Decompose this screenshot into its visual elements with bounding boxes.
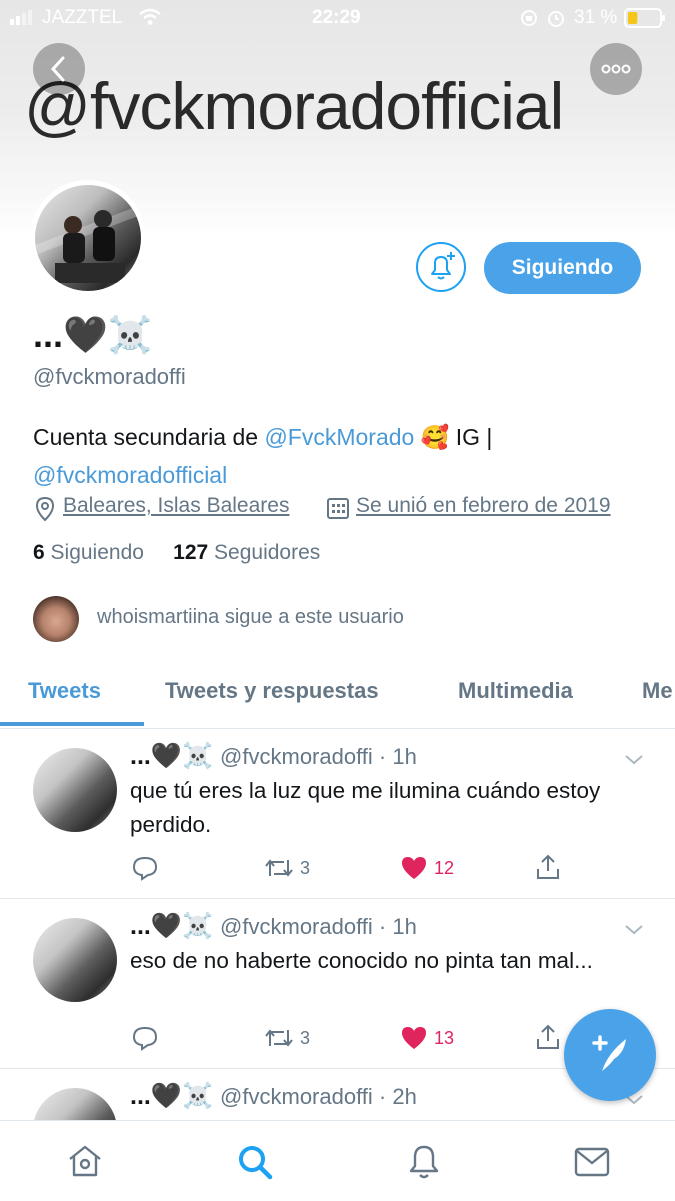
share-button[interactable] [535,853,561,881]
tweet-author: ...🖤☠️ @fvckmoradoffi · 1h [130,912,417,940]
notifications-toggle-button[interactable] [416,242,466,292]
reply-icon [132,856,158,881]
home-icon[interactable] [66,1143,104,1179]
tweet-author: ...🖤☠️ @fvckmoradoffi · 2h [130,1082,417,1110]
retweet-button[interactable]: 3 [264,856,310,880]
tweet-author: ...🖤☠️ @fvckmoradoffi · 1h [130,742,417,770]
messages-icon[interactable] [574,1147,610,1177]
tweet-handle: @fvckmoradoffi · 1h [220,744,417,769]
profile-location[interactable]: Baleares, Islas Baleares [63,494,289,518]
heart-icon [402,1027,426,1049]
retweet-button[interactable]: 3 [264,1026,310,1050]
bottom-navigation [0,1120,675,1201]
retweet-icon [265,859,293,877]
heart-icon [402,857,426,879]
followers-link[interactable]: 127 Seguidores [173,541,320,564]
wifi-icon [139,8,161,25]
profile-handle: @fvckmoradoffi [33,364,186,389]
compose-icon [592,1035,626,1071]
profile-avatar[interactable] [30,180,146,296]
tab-tweets-and-replies[interactable]: Tweets y respuestas [165,678,379,704]
calendar-icon [327,498,349,519]
follow-counts: 6 Siguiendo 127 Seguidores [33,541,320,565]
like-button[interactable]: 12 [400,855,454,881]
like-count: 13 [434,1027,455,1048]
active-tab-indicator [0,722,144,726]
bio-suffix: IG | [449,424,493,450]
tweet-handle: @fvckmoradoffi · 1h [220,914,417,939]
more-button[interactable] [590,43,642,95]
reply-button[interactable] [132,1025,158,1051]
search-icon[interactable] [236,1143,274,1181]
battery-percent: 31 % [574,7,618,28]
following-link[interactable]: 6 Siguiendo [33,541,144,564]
tab-tweets[interactable]: Tweets [28,678,101,704]
tweet-text: eso de no haberte conocido no pinta tan … [130,948,593,973]
display-name: ...🖤☠️ [33,314,153,355]
like-count: 12 [434,857,455,878]
retweet-count: 3 [300,1027,311,1048]
avatar-photo [35,205,141,283]
bio-mention-link[interactable]: @FvckMorado [264,424,414,450]
retweet-count: 3 [300,857,311,878]
retweet-icon [265,1029,293,1047]
reply-icon [132,1026,158,1051]
location-icon [35,496,55,522]
status-bar: JAZZTEL 22:29 31 % [0,0,675,36]
reply-button[interactable] [132,855,158,881]
back-button[interactable] [33,43,85,95]
bio-emoji: 🥰 [420,424,450,450]
profile-bio: Cuenta secundaria de @FvckMorado 🥰 IG | … [33,418,633,494]
compose-tweet-button[interactable] [564,1009,656,1101]
tweet-handle: @fvckmoradoffi · 2h [220,1084,417,1109]
chevron-down-icon[interactable] [622,748,646,772]
profile-joined-date: Se unió en febrero de 2019 [356,494,611,517]
bio-link[interactable]: @fvckmoradofficial [33,462,227,488]
following-button[interactable]: Siguiendo [484,242,641,294]
notifications-icon[interactable] [406,1141,442,1181]
more-icon [601,64,631,74]
alarm-icon [548,11,564,27]
tweet-text: que tú eres la luz que me ilumina cuándo… [130,778,601,837]
battery-icon [624,8,665,28]
bio-text: Cuenta secundaria de [33,424,265,450]
chevron-down-icon[interactable] [622,918,646,942]
banner-text: @fvckmoradofficial [24,69,564,143]
followed-by-text[interactable]: whoismartiina sigue a este usuario [97,606,404,629]
share-button[interactable] [535,1023,561,1051]
tweet-item[interactable]: ...🖤☠️ @fvckmoradoffi · 1h que tú eres l… [0,728,675,899]
tweet-avatar[interactable] [33,1088,117,1120]
tweet-avatar[interactable] [33,748,117,832]
tab-likes[interactable]: Me [642,678,673,704]
clock: 22:29 [312,7,361,28]
back-icon [50,56,65,82]
carrier-name: JAZZTEL [42,7,123,28]
orientation-lock-icon [521,10,537,26]
signal-icon [10,10,32,25]
tab-media[interactable]: Multimedia [458,678,573,704]
tweet-avatar[interactable] [33,918,117,1002]
profile-tabs: Tweets Tweets y respuestas Multimedia Me [0,660,675,729]
like-button[interactable]: 13 [400,1025,454,1051]
add-notification-icon [431,252,455,280]
follower-avatar[interactable] [33,596,79,642]
share-icon [537,854,559,879]
share-icon [537,1024,559,1049]
